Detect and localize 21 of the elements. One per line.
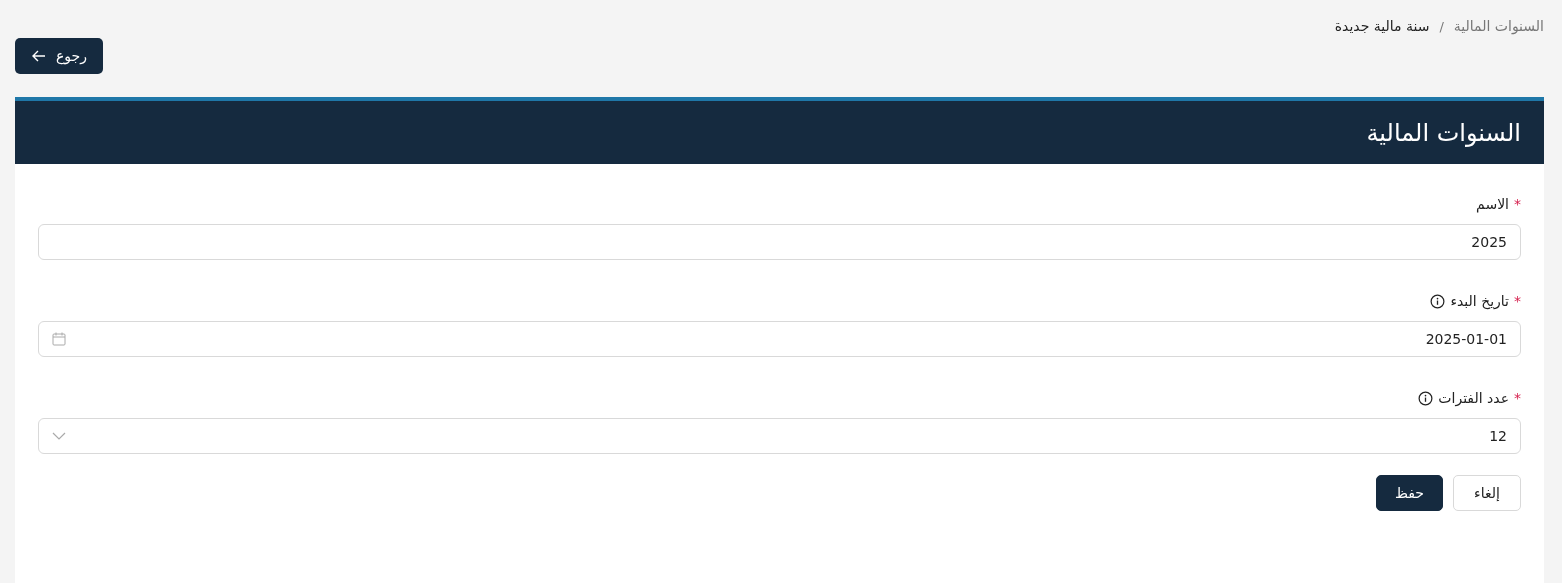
arrow-left-icon <box>32 50 46 62</box>
field-label: الاسم <box>1476 196 1509 212</box>
chevron-down-icon <box>52 432 66 440</box>
info-icon[interactable] <box>1430 293 1446 309</box>
field-label: تاريخ البدء <box>1450 293 1509 309</box>
select-field[interactable]: 12 <box>38 418 1521 454</box>
input-field[interactable]: 2025 <box>38 224 1521 260</box>
cancel-button[interactable]: إلغاء <box>1453 475 1521 511</box>
breadcrumb-current: سنة مالية جديدة <box>1334 18 1430 34</box>
breadcrumb-link[interactable]: السنوات المالية <box>1453 18 1544 34</box>
back-button[interactable]: رجوع <box>15 38 103 74</box>
field-label: عدد الفترات <box>1438 390 1509 406</box>
card-title: السنوات المالية <box>1366 118 1521 147</box>
required-mark: * <box>1514 390 1521 406</box>
info-icon[interactable] <box>1418 390 1434 406</box>
required-mark: * <box>1514 196 1521 212</box>
date-field[interactable]: 2025-01-01 <box>38 321 1521 357</box>
save-button[interactable]: حفظ <box>1376 475 1443 511</box>
breadcrumb-separator: / <box>1439 18 1444 34</box>
calendar-icon <box>52 332 66 346</box>
required-mark: * <box>1514 293 1521 309</box>
